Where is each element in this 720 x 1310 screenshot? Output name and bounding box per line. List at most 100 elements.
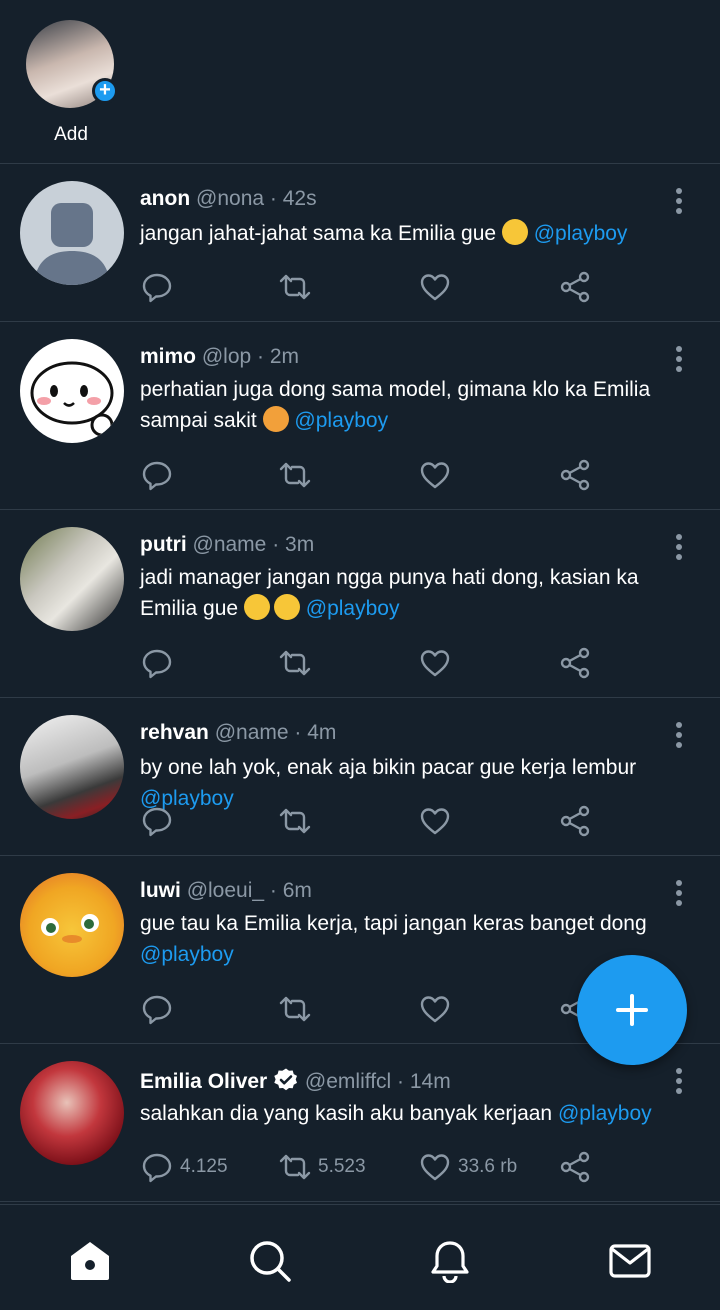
avatar[interactable] (20, 527, 124, 631)
avatar[interactable] (20, 873, 124, 977)
retweet-button[interactable] (278, 646, 312, 680)
display-name[interactable]: rehvan (140, 721, 209, 744)
handle[interactable]: @lop (202, 345, 251, 368)
fleet-bar: + Add (0, 0, 720, 164)
pleading-face-emoji-icon (501, 219, 528, 245)
more-options-icon[interactable] (676, 722, 682, 752)
share-button[interactable] (558, 458, 592, 492)
tweet[interactable]: putri @name · 3m jadi manager jangan ngg… (0, 510, 720, 698)
tweet-text: salahkan dia yang kasih aku banyak kerja… (140, 1098, 690, 1129)
display-name[interactable]: Emilia Oliver (140, 1070, 267, 1093)
tweet-header: rehvan @name · 4m (140, 721, 337, 744)
compose-tweet-button[interactable] (577, 955, 687, 1065)
retweet-icon (279, 274, 311, 300)
pleading-face-emoji-icon (273, 594, 300, 620)
nav-notifications[interactable] (428, 1239, 472, 1284)
reply-button[interactable]: 4.125 (140, 1150, 228, 1184)
fleet-add-label: Add (54, 124, 88, 145)
display-name[interactable]: mimo (140, 345, 196, 368)
retweet-button[interactable]: 5.523 (278, 1150, 366, 1184)
share-icon (560, 805, 590, 837)
avatar[interactable] (20, 1061, 124, 1165)
share-icon (560, 1151, 590, 1183)
retweet-icon (279, 650, 311, 676)
share-button[interactable] (558, 646, 592, 680)
retweet-button[interactable] (278, 458, 312, 492)
like-button[interactable]: 33.6 rb (418, 1150, 517, 1184)
heart-icon (420, 462, 450, 489)
like-button[interactable] (418, 270, 452, 304)
mention-link[interactable]: @playboy (558, 1102, 652, 1125)
reply-button[interactable] (140, 804, 174, 838)
more-options-icon[interactable] (676, 346, 682, 376)
pleading-face-emoji-icon (243, 594, 270, 620)
reply-button[interactable] (140, 458, 174, 492)
share-button[interactable] (558, 1150, 592, 1184)
home-icon (71, 1242, 109, 1280)
tweet[interactable]: rehvan @name · 4m by one lah yok, enak a… (0, 698, 720, 856)
tweet-text-content: gue tau ka Emilia kerja, tapi jangan ker… (140, 912, 647, 935)
tweet-actions (140, 270, 600, 304)
display-name[interactable]: luwi (140, 879, 181, 902)
share-button[interactable] (558, 270, 592, 304)
retweet-button[interactable] (278, 270, 312, 304)
handle[interactable]: @loeui_ (187, 879, 264, 902)
nav-messages[interactable] (608, 1239, 652, 1283)
tweet-text-content: jangan jahat-jahat sama ka Emilia gue (140, 222, 497, 245)
share-button[interactable] (558, 804, 592, 838)
nav-home[interactable] (68, 1239, 112, 1283)
retweet-button[interactable] (278, 992, 312, 1026)
more-options-icon[interactable] (676, 880, 682, 910)
handle[interactable]: @name (215, 721, 289, 744)
tweet-text: perhatian juga dong sama model, gimana k… (140, 374, 690, 436)
more-options-icon[interactable] (676, 188, 682, 218)
timestamp: 2m (269, 345, 300, 368)
display-name[interactable]: putri (140, 533, 187, 556)
more-options-icon[interactable] (676, 1068, 682, 1098)
avatar[interactable] (20, 715, 124, 819)
retweet-count: 5.523 (318, 1156, 366, 1177)
tweet-text-content: by one lah yok, enak aja bikin pacar gue… (140, 756, 637, 779)
mention-link[interactable]: @playboy (306, 597, 400, 620)
reply-button[interactable] (140, 646, 174, 680)
display-name[interactable]: anon (140, 187, 190, 210)
avatar[interactable] (20, 181, 124, 285)
tweet-text-content: salahkan dia yang kasih aku banyak kerja… (140, 1102, 553, 1125)
like-button[interactable] (418, 646, 452, 680)
like-button[interactable] (418, 992, 452, 1026)
like-button[interactable] (418, 804, 452, 838)
reply-icon (142, 1153, 172, 1183)
avatar[interactable] (20, 339, 124, 443)
tweet-text: jangan jahat-jahat sama ka Emilia gue @p… (140, 218, 690, 249)
fleet-add[interactable]: + Add (26, 20, 118, 146)
share-icon (560, 459, 590, 491)
tweet[interactable]: anon @nona · 42s jangan jahat-jahat sama… (0, 164, 720, 322)
tweet-actions (140, 458, 600, 492)
retweet-button[interactable] (278, 804, 312, 838)
reply-button[interactable] (140, 270, 174, 304)
tweet-actions (140, 804, 600, 838)
mention-link[interactable]: @playboy (534, 222, 628, 245)
more-options-icon[interactable] (676, 534, 682, 564)
search-icon (250, 1241, 291, 1282)
tweet[interactable]: Emilia Oliver @emliffcl · 14m salahkan d… (0, 1044, 720, 1202)
nav-search[interactable] (248, 1239, 292, 1283)
retweet-icon (279, 996, 311, 1022)
like-button[interactable] (418, 458, 452, 492)
fleet-avatar[interactable]: + (26, 20, 118, 108)
mention-link[interactable]: @playboy (140, 943, 234, 966)
verified-badge-icon (274, 1068, 298, 1091)
retweet-icon (279, 462, 311, 488)
handle[interactable]: @emliffcl (305, 1070, 391, 1093)
tweet[interactable]: mimo @lop · 2m perhatian juga dong sama … (0, 322, 720, 510)
handle[interactable]: @name (193, 533, 267, 556)
mention-link[interactable]: @playboy (294, 409, 388, 432)
add-fleet-icon[interactable]: + (92, 78, 118, 104)
reply-button[interactable] (140, 992, 174, 1026)
handle[interactable]: @nona (196, 187, 264, 210)
mail-icon (609, 1244, 651, 1278)
bell-icon (431, 1241, 469, 1284)
duck-avatar-icon (41, 914, 99, 943)
cartoon-avatar-icon (30, 361, 114, 437)
tweet-text-content: perhatian juga dong sama model, gimana k… (140, 378, 651, 432)
